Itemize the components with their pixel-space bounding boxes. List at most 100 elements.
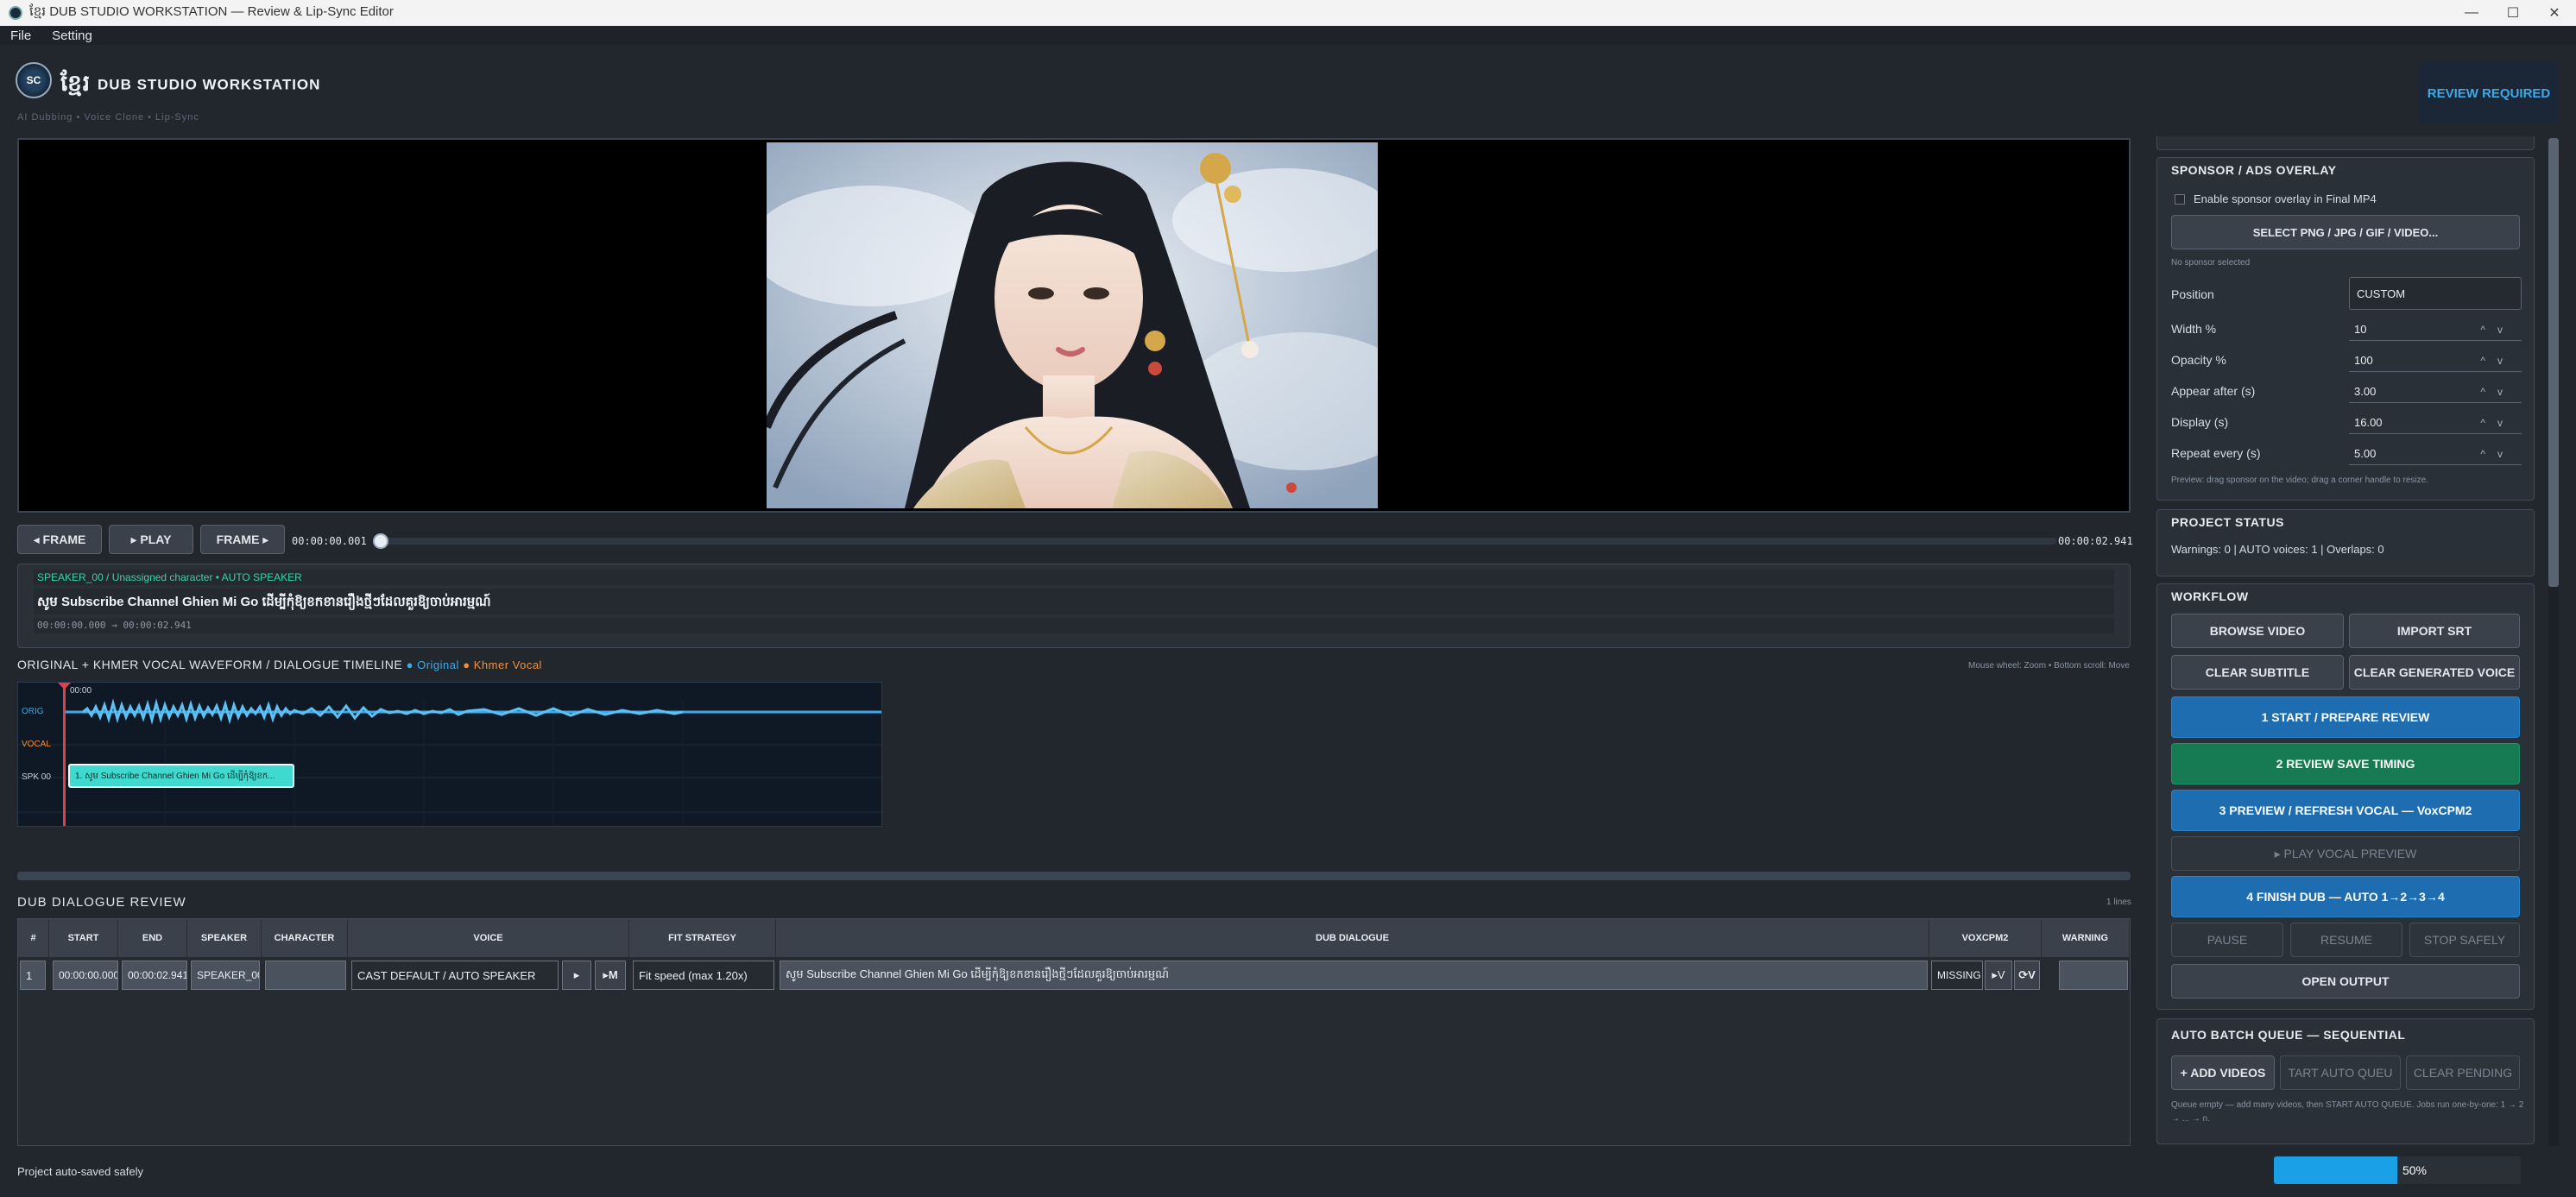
app-title-khmer: ខ្មែរ bbox=[60, 70, 92, 96]
video-frame-image bbox=[767, 142, 1378, 508]
col-voice: VOICE bbox=[348, 919, 629, 957]
row-fit-strategy-select[interactable]: Fit speed (max 1.20x) bbox=[633, 961, 774, 990]
waveform-title-text: ORIGINAL + KHMER VOCAL WAVEFORM / DIALOG… bbox=[17, 658, 403, 671]
timeline-scrollbar[interactable] bbox=[17, 872, 2131, 880]
window-titlebar: ខ្មែរ DUB STUDIO WORKSTATION — Review & … bbox=[0, 0, 2576, 26]
batch-queue-panel: AUTO BATCH QUEUE — SEQUENTIAL + ADD VIDE… bbox=[2156, 1018, 2535, 1144]
row-speaker[interactable]: SPEAKER_00 bbox=[191, 961, 260, 990]
play-button[interactable]: ▸ PLAY bbox=[109, 525, 193, 554]
repeat-every-spinbox[interactable]: 5.00 ^v bbox=[2349, 443, 2522, 465]
workflow-title: WORKFLOW bbox=[2171, 589, 2249, 603]
row-start[interactable]: 00:00:00.000 bbox=[53, 961, 118, 990]
display-label: Display (s) bbox=[2171, 415, 2229, 429]
pause-button[interactable]: PAUSE bbox=[2171, 923, 2283, 957]
col-num: # bbox=[18, 919, 49, 957]
batch-hint: Queue empty — add many videos, then STAR… bbox=[2171, 1100, 2524, 1124]
right-panel-scroll-thumb[interactable] bbox=[2548, 138, 2559, 587]
position-label: Position bbox=[2171, 287, 2214, 301]
display-stepper-icon[interactable]: ^v bbox=[2480, 417, 2515, 429]
add-videos-button[interactable]: + ADD VIDEOS bbox=[2171, 1055, 2275, 1090]
width-label: Width % bbox=[2171, 322, 2217, 336]
seek-bar[interactable] bbox=[380, 538, 2056, 545]
col-dub-dialogue: DUB DIALOGUE bbox=[776, 919, 1929, 957]
segment-text: សូម Subscribe Channel Ghien Mi Go ដើម្បី… bbox=[37, 595, 491, 609]
sponsor-panel: SPONSOR / ADS OVERLAY Enable sponsor ove… bbox=[2156, 157, 2535, 501]
row-vox-play-button[interactable]: ▸V bbox=[1985, 961, 2012, 990]
menu-file[interactable]: File bbox=[0, 28, 41, 43]
import-srt-button[interactable]: IMPORT SRT bbox=[2349, 614, 2520, 648]
row-voice-select[interactable]: CAST DEFAULT / AUTO SPEAKER bbox=[351, 961, 559, 990]
maximize-icon[interactable]: ☐ bbox=[2493, 0, 2533, 26]
col-character: CHARACTER bbox=[262, 919, 348, 957]
display-spinbox[interactable]: 16.00 ^v bbox=[2349, 412, 2522, 434]
opacity-spinbox[interactable]: 100 ^v bbox=[2349, 350, 2522, 372]
timeline-tick: 00:00 bbox=[70, 686, 92, 696]
review-table: # START END SPEAKER CHARACTER VOICE FIT … bbox=[17, 918, 2131, 1146]
start-auto-queue-button[interactable]: TART AUTO QUEU bbox=[2280, 1055, 2401, 1090]
row-play-button[interactable]: ▸ bbox=[562, 961, 591, 990]
lane-orig: ORIG bbox=[22, 707, 44, 716]
status-text: Project auto-saved safely bbox=[17, 1165, 143, 1178]
width-value: 10 bbox=[2354, 323, 2367, 336]
dialogue-clip[interactable]: 1. សូម Subscribe Channel Ghien Mi Go ដើម… bbox=[68, 764, 294, 788]
sponsor-title: SPONSOR / ADS OVERLAY bbox=[2171, 163, 2337, 177]
appear-after-value: 3.00 bbox=[2354, 385, 2377, 398]
width-spinbox[interactable]: 10 ^v bbox=[2349, 318, 2522, 341]
waveform-title: ORIGINAL + KHMER VOCAL WAVEFORM / DIALOG… bbox=[17, 658, 542, 671]
finish-dub-button[interactable]: 4 FINISH DUB — AUTO 1→2→3→4 bbox=[2171, 876, 2520, 917]
batch-title: AUTO BATCH QUEUE — SEQUENTIAL bbox=[2171, 1028, 2406, 1042]
lane-speaker: SPK 00 bbox=[22, 772, 51, 782]
close-icon[interactable]: ✕ bbox=[2535, 0, 2574, 26]
seek-handle[interactable] bbox=[373, 533, 388, 549]
appear-after-stepper-icon[interactable]: ^v bbox=[2480, 386, 2515, 398]
row-mic-button[interactable]: ▸M bbox=[595, 961, 626, 990]
row-warning bbox=[2059, 961, 2128, 990]
current-time: 00:00:00.001 bbox=[292, 535, 367, 547]
project-status-text: Warnings: 0 | AUTO voices: 1 | Overlaps:… bbox=[2171, 543, 2384, 556]
sponsor-enable-label: Enable sponsor overlay in Final MP4 bbox=[2194, 192, 2377, 205]
repeat-every-label: Repeat every (s) bbox=[2171, 446, 2261, 460]
clear-pending-button[interactable]: CLEAR PENDING bbox=[2406, 1055, 2520, 1090]
clear-subtitle-button[interactable]: CLEAR SUBTITLE bbox=[2171, 655, 2344, 690]
col-fit-strategy: FIT STRATEGY bbox=[629, 919, 776, 957]
browse-video-button[interactable]: BROWSE VIDEO bbox=[2171, 614, 2344, 648]
open-output-button[interactable]: OPEN OUTPUT bbox=[2171, 964, 2520, 999]
repeat-every-stepper-icon[interactable]: ^v bbox=[2480, 448, 2515, 460]
row-vox-regen-button[interactable]: ⟳V bbox=[2014, 961, 2040, 990]
portrait-illustration bbox=[767, 142, 1378, 508]
col-end: END bbox=[118, 919, 187, 957]
menu-setting[interactable]: Setting bbox=[41, 28, 103, 43]
row-dub-dialogue[interactable]: សូម Subscribe Channel Ghien Mi Go ដើម្បី… bbox=[780, 961, 1928, 990]
col-speaker: SPEAKER bbox=[187, 919, 262, 957]
col-start: START bbox=[49, 919, 118, 957]
row-end[interactable]: 00:00:02.941 bbox=[122, 961, 187, 990]
resume-button[interactable]: RESUME bbox=[2290, 923, 2402, 957]
review-save-timing-button[interactable]: 2 REVIEW SAVE TIMING bbox=[2171, 743, 2520, 784]
row-num[interactable]: 1 bbox=[20, 961, 46, 990]
lane-vocal: VOCAL bbox=[22, 740, 51, 749]
select-sponsor-button[interactable]: SELECT PNG / JPG / GIF / VIDEO... bbox=[2171, 215, 2520, 249]
review-line-count: 1 lines bbox=[2106, 898, 2131, 907]
minimize-icon[interactable]: — bbox=[2452, 0, 2491, 26]
appear-after-label: Appear after (s) bbox=[2171, 384, 2256, 398]
app-icon bbox=[9, 6, 22, 20]
sponsor-enable-checkbox[interactable] bbox=[2175, 194, 2185, 205]
col-voxcpm2: VOXCPM2 bbox=[1929, 919, 2042, 957]
waveform-timeline[interactable]: 00:00 ORIG VOCAL SPK 00 1. សូម Subscribe… bbox=[17, 682, 882, 827]
play-vocal-preview-button[interactable]: ▸ PLAY VOCAL PREVIEW bbox=[2171, 836, 2520, 871]
frame-back-button[interactable]: ◂ FRAME bbox=[17, 525, 102, 554]
start-prepare-review-button[interactable]: 1 START / PREPARE REVIEW bbox=[2171, 696, 2520, 738]
overall-progress-label: 50% bbox=[2402, 1163, 2428, 1177]
clear-generated-voice-button[interactable]: CLEAR GENERATED VOICE bbox=[2349, 655, 2520, 690]
width-stepper-icon[interactable]: ^v bbox=[2480, 324, 2515, 336]
window-title: ខ្មែរ DUB STUDIO WORKSTATION — Review & … bbox=[29, 4, 394, 19]
row-character[interactable] bbox=[265, 961, 346, 990]
opacity-stepper-icon[interactable]: ^v bbox=[2480, 355, 2515, 367]
frame-forward-button[interactable]: FRAME ▸ bbox=[200, 525, 285, 554]
app-logo: SC bbox=[16, 62, 52, 98]
preview-refresh-vocal-button[interactable]: 3 PREVIEW / REFRESH VOCAL — VoxCPM2 bbox=[2171, 790, 2520, 831]
segment-time-range: 00:00:00.000 → 00:00:02.941 bbox=[37, 620, 192, 631]
stop-safely-button[interactable]: STOP SAFELY bbox=[2409, 923, 2520, 957]
appear-after-spinbox[interactable]: 3.00 ^v bbox=[2349, 381, 2522, 403]
position-select[interactable]: CUSTOM bbox=[2349, 277, 2522, 310]
